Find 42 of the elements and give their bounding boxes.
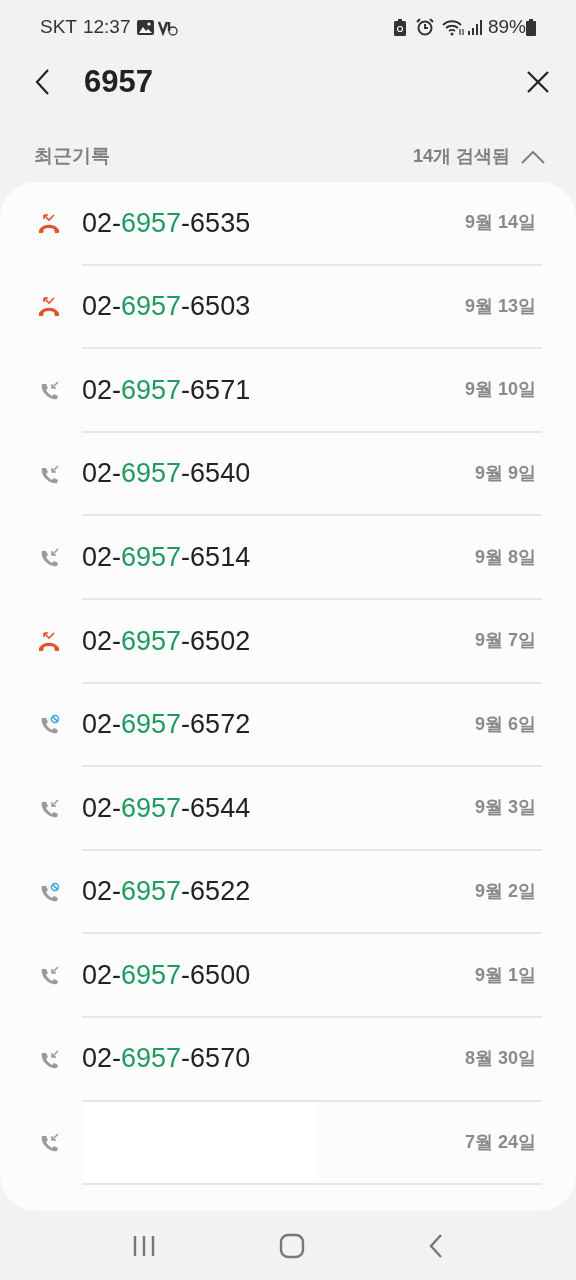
- recent-apps-icon[interactable]: [131, 1233, 156, 1258]
- call-date: 8월 30일: [464, 1047, 537, 1071]
- call-date: 9월 3일: [474, 796, 537, 820]
- call-date: 9월 6일: [474, 712, 537, 736]
- clock-text: 12:37: [82, 14, 131, 39]
- wifi-icon: [441, 18, 464, 36]
- back-nav-icon[interactable]: [428, 1232, 445, 1259]
- picture-icon: [136, 19, 154, 35]
- section-title: 최근기록: [34, 143, 110, 168]
- phone-number[interactable]: 02-6957-6500: [82, 954, 251, 996]
- phone-number[interactable]: 02-6957-6540: [82, 453, 251, 494]
- call-date: 9월 13일: [464, 294, 537, 318]
- phone-number[interactable]: 02-6957-6514: [82, 536, 251, 578]
- search-field[interactable]: 6957: [84, 58, 526, 106]
- call-date: 9월 8일: [474, 545, 537, 569]
- battery-icon: [526, 18, 536, 36]
- signal-icon: [466, 19, 483, 35]
- call-date: 9월 2일: [474, 880, 537, 904]
- phone-number[interactable]: 02-6957-6522: [82, 871, 251, 912]
- phone-number[interactable]: 02-6957-6502: [82, 620, 251, 661]
- call-date: 9월 14일: [464, 211, 537, 235]
- missed-call-icon: [37, 212, 61, 235]
- back-icon[interactable]: [34, 68, 52, 96]
- close-icon[interactable]: [526, 70, 550, 94]
- battery-percent-text: 89%: [487, 14, 526, 39]
- carrier-text: SKT: [40, 14, 77, 39]
- call-date: 9월 9일: [474, 462, 537, 486]
- phone-number[interactable]: 02-6957-6572: [82, 704, 251, 745]
- call-date: 9월 7일: [474, 629, 537, 653]
- missed-call-icon: [37, 296, 61, 319]
- results-toggle[interactable]: 14개 검색됨: [412, 143, 546, 170]
- alarm-icon: [415, 18, 434, 36]
- phone-number[interactable]: 02-6957-6571: [82, 369, 251, 411]
- missed-call-icon: [37, 630, 61, 653]
- phone-number[interactable]: 02-6957-6535: [82, 202, 251, 244]
- phone-number[interactable]: 02-6957-6544: [82, 787, 251, 829]
- call-date: 7월 24일: [464, 1130, 537, 1154]
- call-date: 9월 10일: [464, 378, 537, 402]
- home-icon[interactable]: [279, 1232, 305, 1259]
- phone-number[interactable]: 02-6957-6570: [82, 1038, 251, 1079]
- phone-number[interactable]: 02-6957-6503: [82, 286, 251, 327]
- call-date: 9월 1일: [474, 963, 537, 987]
